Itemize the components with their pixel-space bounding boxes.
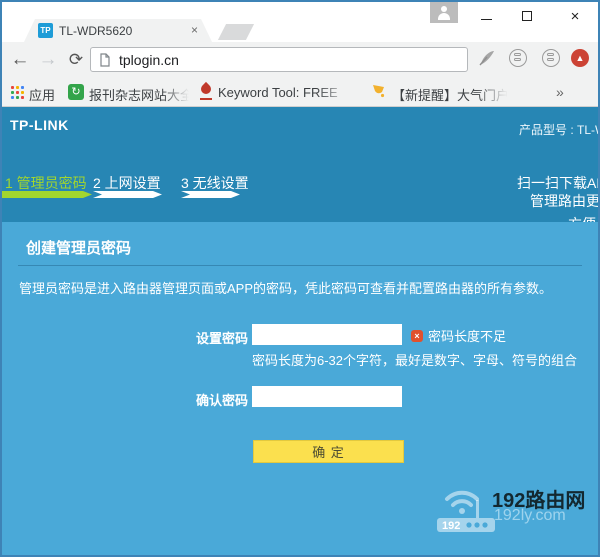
bookmark-item[interactable]: 【新提醒】大气门户 [392,85,510,104]
promo-scan-line2: 管理路由更方便 [530,191,598,211]
svg-text:192: 192 [442,520,460,532]
watermark-domain: 192ly.com [494,507,566,525]
bookmark-favicon-trophy-icon[interactable] [370,83,387,100]
promo-scan-line1: 扫一扫下载APP [517,173,598,193]
error-icon: × [411,330,423,342]
forward-button[interactable]: → [34,46,62,74]
browser-tab[interactable]: TP TL-WDR5620 × [24,19,212,42]
address-bar[interactable]: tplogin.cn [90,47,468,72]
browser-toolbar: ← → ⟳ tplogin.cn ▲ [2,42,598,78]
extension-circle-icon[interactable] [542,49,562,69]
bookmarks-bar: 应用 ↻ 报刊杂志网站大全_沪 Keyword Tool: FREE 【新提醒】… [2,78,598,107]
watermark: 192 192路由网 192ly.com [435,478,595,538]
tplink-logo: TP-LINK [10,117,69,133]
promo-scan-line3: 方便 [568,214,596,222]
tab-close-icon[interactable]: × [191,23,198,37]
url-text: tplogin.cn [119,52,179,68]
maximize-button[interactable] [508,2,546,30]
close-window-button[interactable]: × [556,2,594,30]
update-extension-icon[interactable]: ▲ [571,49,591,69]
minimize-button[interactable] [467,2,505,30]
maximize-icon [522,11,532,21]
bookmarks-overflow-chevron[interactable]: » [556,84,564,100]
wifi-router-icon: 192 [435,478,497,536]
titlebar: TP TL-WDR5620 × × [2,2,598,42]
bookmark-favicon-drop-icon[interactable] [200,84,212,100]
confirm-password-label: 确认密码 [2,390,248,409]
new-tab-button[interactable] [218,24,254,40]
reload-button[interactable]: ⟳ [62,46,90,74]
step-progress-bar-active [2,191,92,198]
step-admin-password[interactable]: 1 管理员密码 [5,173,87,193]
error-text: 密码长度不足 [428,326,506,345]
bookmark-apps-label[interactable]: 应用 [29,85,55,104]
bookmark-favicon-green-icon[interactable]: ↻ [68,84,84,100]
password-error: × 密码长度不足 [411,326,506,345]
step-progress-bar [93,191,162,198]
divider [18,265,582,266]
confirm-password-input[interactable] [252,386,402,407]
step-wireless-settings[interactable]: 3 无线设置 [181,173,249,193]
minimize-icon [481,19,492,20]
avatar-icon [441,6,447,12]
bookmark-item[interactable]: 报刊杂志网站大全_沪 [89,85,191,104]
password-hint: 密码长度为6-32个字符，最好是数字、字母、符号的组合 [252,350,577,369]
step-progress-bar [181,191,240,198]
tab-title: TL-WDR5620 [59,24,132,38]
create-password-panel: 创建管理员密码 管理员密码是进入路由器管理页面或APP的密码，凭此密码可查看并配… [2,222,598,555]
panel-title: 创建管理员密码 [26,237,131,258]
router-setup-page: TP-LINK 产品型号 : TL-W 1 管理员密码 2 上网设置 3 无线设… [2,107,598,555]
confirm-button[interactable]: 确 定 [253,440,404,463]
profile-avatar-button[interactable] [430,2,458,23]
apps-grid-icon[interactable] [11,86,24,99]
step-internet-settings[interactable]: 2 上网设置 [93,173,161,193]
password-input[interactable] [252,324,402,345]
page-header: TP-LINK 产品型号 : TL-W 1 管理员密码 2 上网设置 3 无线设… [2,107,598,222]
panel-description: 管理员密码是进入路由器管理页面或APP的密码，凭此密码可查看并配置路由器的所有参… [19,278,552,297]
password-label: 设置密码 [2,328,248,347]
page-document-icon [99,53,111,67]
product-model-label: 产品型号 : TL-W [519,121,598,138]
back-button[interactable]: ← [6,46,34,74]
feather-extension-icon[interactable] [478,49,498,69]
extension-circle-icon[interactable] [509,49,529,69]
browser-window: TP TL-WDR5620 × × ← → ⟳ tplogin.cn [0,0,600,557]
bookmark-item[interactable]: Keyword Tool: FREE [218,85,354,100]
tplink-favicon-icon: TP [38,23,53,38]
close-icon: × [571,9,580,24]
